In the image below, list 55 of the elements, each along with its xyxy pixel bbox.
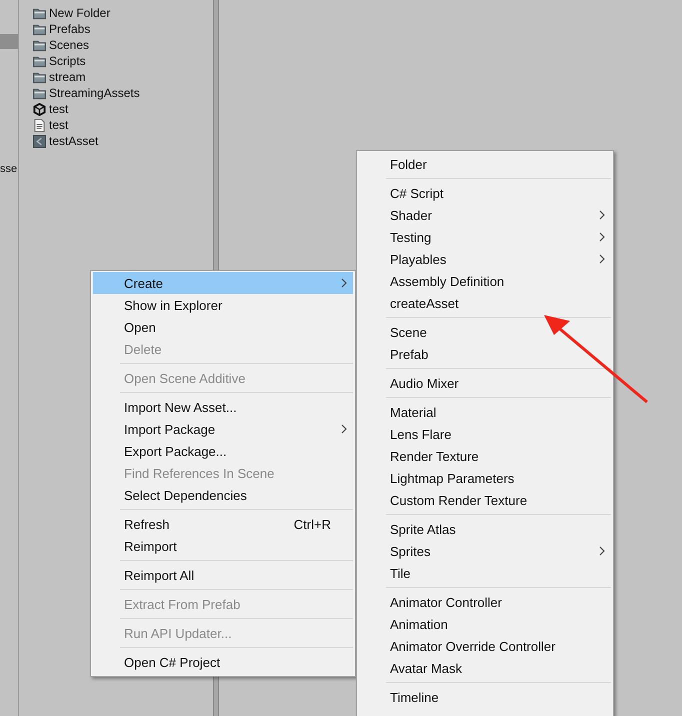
menu-item[interactable]: Lens Flare <box>357 423 613 445</box>
menu-item[interactable]: Sprites <box>357 540 613 562</box>
folder-icon <box>33 38 46 52</box>
menu-item[interactable]: Material <box>357 401 613 423</box>
menu-item[interactable]: Audio Mixer <box>357 372 613 394</box>
selected-row[interactable] <box>0 34 18 49</box>
menu-item[interactable]: createAsset <box>357 292 613 314</box>
menu-item[interactable]: Avatar Mask <box>357 657 613 679</box>
asset-item[interactable]: Scripts <box>33 53 213 69</box>
menu-item[interactable]: Testing <box>357 226 613 248</box>
folder-icon <box>33 54 46 68</box>
folder-label: sse <box>0 163 18 175</box>
menu-item[interactable]: Refresh Ctrl+R <box>91 513 355 535</box>
document-icon <box>33 118 46 132</box>
folder-icon <box>33 22 46 36</box>
menu-item[interactable]: Render Texture <box>357 445 613 467</box>
asset-item[interactable]: StreamingAssets <box>33 85 213 101</box>
menu-item[interactable]: Create <box>93 272 353 294</box>
asset-item[interactable]: test <box>33 101 213 117</box>
shortcut-label: Ctrl+R <box>294 516 331 532</box>
asset-item[interactable]: testAsset <box>33 133 213 149</box>
asset-item[interactable]: stream <box>33 69 213 85</box>
menu-item[interactable]: Custom Render Texture <box>357 489 613 511</box>
asset-icon <box>33 134 46 148</box>
menu-item[interactable]: Animator Override Controller <box>357 635 613 657</box>
menu-item[interactable]: Reimport <box>91 535 355 557</box>
menu-item[interactable]: Show in Explorer <box>91 294 355 316</box>
menu-item[interactable]: Reimport All <box>91 564 355 586</box>
menu-item[interactable]: C# Script <box>357 182 613 204</box>
menu-item[interactable]: Sprite Atlas <box>357 518 613 540</box>
menu-item[interactable]: Prefab <box>357 343 613 365</box>
menu-item[interactable]: Import New Asset... <box>91 396 355 418</box>
folder-icon <box>33 6 46 20</box>
menu-item[interactable]: Scene <box>357 321 613 343</box>
menu-item[interactable]: Playables <box>357 248 613 270</box>
menu-item[interactable]: Select Dependencies <box>91 484 355 506</box>
asset-item[interactable]: Scenes <box>33 37 213 53</box>
menu-item[interactable]: Shader <box>357 204 613 226</box>
asset-item[interactable]: test <box>33 117 213 133</box>
cube-logo-icon <box>33 102 46 116</box>
asset-item[interactable]: Prefabs <box>33 21 213 37</box>
menu-item[interactable]: Open C# Project <box>91 651 355 673</box>
asset-item[interactable]: New Folder <box>33 5 213 21</box>
menu-item[interactable]: Export Package... <box>91 440 355 462</box>
menu-item[interactable]: Tile <box>357 562 613 584</box>
menu-item[interactable]: Timeline <box>357 686 613 708</box>
folder-icon <box>33 86 46 100</box>
menu-item[interactable]: Lightmap Parameters <box>357 467 613 489</box>
menu-item[interactable]: Animator Controller <box>357 591 613 613</box>
menu-item[interactable]: Animation <box>357 613 613 635</box>
menu-item[interactable]: Folder <box>357 153 613 175</box>
menu-item[interactable]: Assembly Definition <box>357 270 613 292</box>
menu-item[interactable]: Open <box>91 316 355 338</box>
folder-icon <box>33 70 46 84</box>
menu-item[interactable]: Import Package <box>91 418 355 440</box>
